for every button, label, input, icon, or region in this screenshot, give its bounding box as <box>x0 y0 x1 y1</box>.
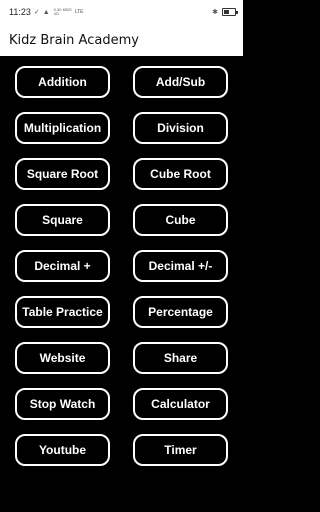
square-root-button[interactable]: Square Root <box>15 158 110 190</box>
stop-watch-button[interactable]: Stop Watch <box>15 388 110 420</box>
website-button[interactable]: Website <box>15 342 110 374</box>
share-button[interactable]: Share <box>133 342 228 374</box>
signal-icon: ▲ <box>42 8 50 16</box>
status-right: ✱ <box>212 8 238 16</box>
calculator-button[interactable]: Calculator <box>133 388 228 420</box>
network-type: 4G <box>53 11 60 16</box>
cube-button[interactable]: Cube <box>133 204 228 236</box>
lte-label: LTE <box>74 8 84 15</box>
bluetooth-icon: ✱ <box>212 8 218 16</box>
cube-root-button[interactable]: Cube Root <box>133 158 228 190</box>
add-sub-button[interactable]: Add/Sub <box>133 66 228 98</box>
notification-icon: ✓ <box>33 8 40 16</box>
addition-button[interactable]: Addition <box>15 66 110 98</box>
youtube-button[interactable]: Youtube <box>15 434 110 466</box>
network-info: 0.30 KB/S 4G <box>54 8 72 16</box>
app-title: Kidz Brain Academy <box>9 32 139 48</box>
decimal-plus-button[interactable]: Decimal + <box>15 250 110 282</box>
timer-button[interactable]: Timer <box>133 434 228 466</box>
multiplication-button[interactable]: Multiplication <box>15 112 110 144</box>
decimal-plus-minus-button[interactable]: Decimal +/- <box>133 250 228 282</box>
menu-grid: Addition Add/Sub Multiplication Division… <box>15 66 228 466</box>
division-button[interactable]: Division <box>133 112 228 144</box>
battery-level <box>224 10 229 14</box>
square-button[interactable]: Square <box>15 204 110 236</box>
status-time: 11:23 <box>9 7 31 17</box>
table-practice-button[interactable]: Table Practice <box>15 296 110 328</box>
status-left: 11:23 ✓ ▲ 0.30 KB/S 4G LTE <box>9 7 84 17</box>
percentage-button[interactable]: Percentage <box>133 296 228 328</box>
app-bar: Kidz Brain Academy <box>0 24 243 56</box>
battery-icon <box>222 8 238 16</box>
status-bar: 11:23 ✓ ▲ 0.30 KB/S 4G LTE ✱ <box>0 0 243 24</box>
